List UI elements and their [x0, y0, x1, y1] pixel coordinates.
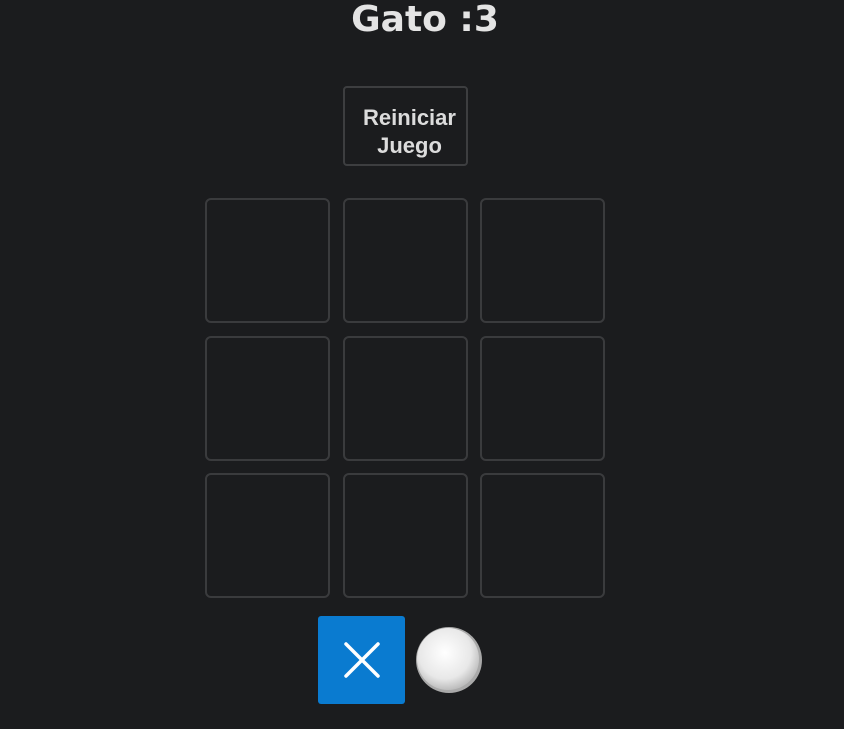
reset-game-button[interactable]: Reiniciar Juego [343, 86, 468, 166]
board-cell-4[interactable] [205, 335, 330, 461]
board-cell-5[interactable] [342, 335, 468, 461]
game-board [205, 198, 605, 598]
close-x-icon [343, 642, 380, 678]
reset-label-line2: Juego [377, 133, 442, 158]
game-page: Gato :3 Reiniciar Juego [0, 0, 844, 729]
board-cell-6[interactable] [480, 335, 605, 461]
board-cell-3[interactable] [480, 198, 605, 323]
board-cell-7[interactable] [205, 473, 330, 598]
reset-label-line1: Reiniciar [363, 105, 456, 130]
board-cell-9[interactable] [480, 473, 605, 598]
turn-x-button[interactable] [318, 616, 405, 704]
board-cell-2[interactable] [342, 198, 468, 323]
turn-o-button[interactable] [415, 626, 483, 694]
board-cell-8[interactable] [342, 473, 468, 598]
white-circle-icon [416, 627, 482, 693]
page-title: Gato :3 [351, 0, 499, 40]
turn-indicator [318, 616, 483, 704]
board-cell-1[interactable] [205, 198, 330, 323]
